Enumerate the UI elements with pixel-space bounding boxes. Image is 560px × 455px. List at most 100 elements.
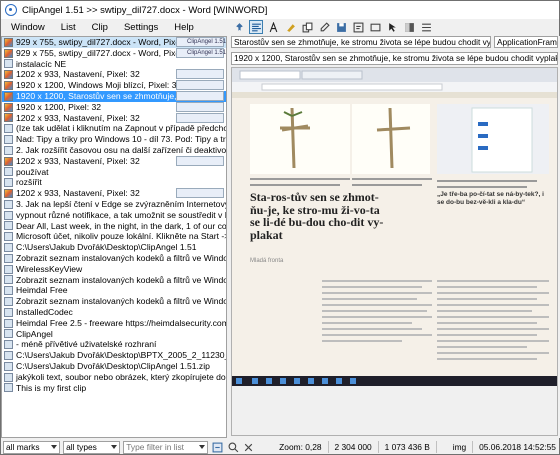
clip-list-item[interactable]: ClipAngel (2, 329, 226, 340)
text-clip-icon (4, 361, 13, 371)
clip-list-item-text: InstalledCodec (16, 306, 73, 317)
status-zoom: Zoom: 0,28 (279, 442, 322, 452)
source-app-field[interactable]: ApplicationFrameHost (494, 36, 558, 48)
status-size: 1 073 436 B (384, 442, 430, 452)
clip-list-item[interactable]: WirelessKeyView (2, 264, 226, 275)
clip-list-item[interactable]: 1920 x 1200, Windows Moji blízcí, Pixel:… (2, 80, 226, 91)
menu-clip[interactable]: Clip (92, 22, 108, 33)
divider (435, 441, 437, 453)
status-type: img (452, 442, 467, 452)
menu-settings[interactable]: Settings (124, 22, 158, 33)
text-clip-icon (4, 178, 13, 188)
clip-list-item[interactable]: Zobrazit seznam instalovaných kodeků a f… (2, 253, 226, 264)
chevron-down-icon (51, 444, 58, 449)
clip-list-item[interactable]: This is my first clip (2, 383, 226, 394)
clip-list-item-text: C:\Users\Jakub Dvořák\Desktop\ClipAngel … (16, 360, 210, 371)
clip-image-preview[interactable]: Sta-ros-tův sen se zhmot-ňu-je, ke stro-… (231, 67, 558, 436)
clip-list-item[interactable]: Dear All, Last week, in the night, in th… (2, 221, 226, 232)
clip-list-item[interactable]: C:\Users\Jakub Dvořák\Desktop\BPTX_2005_… (2, 350, 226, 361)
clip-list-item[interactable]: Nad: Tipy a triky pro Windows 10 - díl 7… (2, 134, 226, 145)
clip-list-item[interactable]: - méně přívětivé uživatelské rozhraní (2, 339, 226, 350)
clip-list-item-text: Zobrazit seznam instalovaných kodeků a f… (16, 296, 226, 307)
clip-list-item[interactable]: Zobrazit seznam instalovaných kodeků a f… (2, 275, 226, 286)
clip-list-item[interactable]: instalacíc NE (2, 59, 226, 70)
clip-list-item-text: Nad: Tipy a triky pro Windows 10 - díl 7… (16, 134, 226, 145)
filter-input[interactable]: Type filter in list (123, 440, 208, 454)
marks-filter-select[interactable]: all marks (3, 440, 61, 454)
clip-list-item[interactable]: 1920 x 1200, Pixel: 32 (2, 101, 226, 113)
clip-list-item[interactable]: 929 x 755, swtipy_dil727.docx - Word, Pi… (2, 47, 226, 59)
clip-list-item-text: 1920 x 1200, Pixel: 32 (16, 101, 102, 112)
clip-list-item[interactable]: používat (2, 167, 226, 178)
edit-icon[interactable] (317, 20, 331, 34)
clip-thumbnail (176, 101, 224, 112)
filter-options-icon[interactable] (211, 440, 224, 454)
text-clip-icon (4, 145, 13, 155)
clip-list-item[interactable]: 1920 x 1200, Starostův sen se zhmotňuje,… (2, 90, 226, 102)
copy-icon[interactable] (300, 20, 314, 34)
window-title: ClipAngel 1.51 >> swtipy_dil727.docx - W… (22, 4, 268, 16)
clip-list-item-text: 1202 x 933, Nastavení, Pixel: 32 (16, 112, 140, 123)
title-bar: ClipAngel 1.51 >> swtipy_dil727.docx - W… (1, 1, 559, 19)
search-next-icon[interactable] (227, 440, 240, 454)
clip-title-field[interactable]: 1920 x 1200, Starostův sen se zhmotňuje,… (231, 52, 558, 65)
clip-list-item[interactable]: Microsoft účet, nikoliv pouze lokální. K… (2, 231, 226, 242)
clip-list-item[interactable]: 929 x 755, swtipy_dil727.docx - Word, Pi… (2, 37, 226, 48)
fit-icon[interactable] (368, 20, 382, 34)
clip-list-item[interactable]: C:\Users\Jakub Dvořák\Desktop\ClipAngel … (2, 361, 226, 372)
source-window-field[interactable]: Starostův sen se zhmotňuje, ke stromu ži… (231, 36, 491, 48)
clip-list-item[interactable]: C:\Users\Jakub Dvořák\Desktop\ClipAngel … (2, 242, 226, 253)
menu-help[interactable]: Help (174, 22, 194, 33)
cursor-icon[interactable] (385, 20, 399, 34)
clip-list-item[interactable]: (Ize tak udělat i kliknutím na Zapnout v… (2, 123, 226, 134)
clip-list-item[interactable]: Zobrazit seznam instalovaných kodeků a f… (2, 296, 226, 307)
clip-list-item[interactable]: InstalledCodec (2, 307, 226, 318)
clip-list-item[interactable]: vypnout různé notifikace, a tak umožnit … (2, 210, 226, 221)
clip-list-item[interactable]: 3. Jak na lepší čtení v Edge se zvýrazně… (2, 199, 226, 210)
clip-list-item-text: (Ize tak udělat i kliknutím na Zapnout v… (16, 123, 226, 134)
clip-list-item[interactable]: 1202 x 933, Nastavení, Pixel: 32 (2, 188, 226, 199)
font-icon[interactable] (266, 20, 280, 34)
clip-list-item-text: 1202 x 933, Nastavení, Pixel: 32 (16, 155, 140, 166)
clip-list-item-text: This is my first clip (16, 382, 87, 393)
clip-list-item[interactable]: jakýkoli text, soubor nebo obrázek, kter… (2, 372, 226, 383)
text-clip-icon (4, 221, 13, 231)
menu-window[interactable]: Window (11, 22, 45, 33)
clear-filter-icon[interactable] (242, 440, 255, 454)
clip-list-item[interactable]: Heimdal Free (2, 285, 226, 296)
clip-list-item-text: vypnout různé notifikace, a tak umožnit … (16, 209, 226, 220)
clip-toolbar (230, 19, 560, 35)
image-clip-icon (4, 81, 13, 91)
chevron-down-icon (198, 444, 205, 449)
status-bar: all marks all types Type filter in list … (1, 439, 559, 455)
clip-list-item[interactable]: 1202 x 933, Nastavení, Pixel: 32 (2, 69, 226, 80)
clip-list-item-text: Zobrazit seznam instalovaných kodeků a f… (16, 274, 226, 285)
marker-icon[interactable] (283, 20, 297, 34)
monochrome-icon[interactable] (402, 20, 416, 34)
clip-list-item[interactable]: rozšířit (2, 177, 226, 188)
clip-list[interactable]: 929 x 755, swtipy_dil727.docx - Word, Pi… (1, 36, 227, 438)
image-clip-icon (4, 156, 13, 166)
clip-list-item[interactable]: 1202 x 933, Nastavení, Pixel: 32 (2, 155, 226, 167)
save-icon[interactable] (334, 20, 348, 34)
menu-list[interactable]: List (61, 22, 76, 33)
text-clip-icon (4, 329, 13, 339)
clip-list-item[interactable]: 2. Jak rozšířit časovou osu na další zař… (2, 145, 226, 156)
text-clip-icon (4, 307, 13, 317)
text-format-icon[interactable] (249, 20, 263, 34)
align-icon[interactable] (419, 20, 433, 34)
types-filter-select[interactable]: all types (63, 440, 121, 454)
clip-list-item[interactable]: Heimdal Free 2.5 - freeware https://heim… (2, 318, 226, 329)
clip-thumbnail (176, 112, 224, 123)
clip-list-item-text: ClipAngel (16, 328, 53, 339)
image-clip-icon (4, 102, 13, 112)
image-clip-icon (4, 70, 13, 80)
clip-list-item-text: 1920 x 1200, Starostův sen se zhmotňuje,… (16, 90, 198, 101)
text-clip-icon (4, 351, 13, 360)
pin-icon[interactable] (232, 20, 246, 34)
clip-thumbnail (176, 90, 224, 101)
ocr-icon[interactable] (351, 20, 365, 34)
clip-list-item[interactable]: 1202 x 933, Nastavení, Pixel: 32 (2, 112, 226, 124)
text-clip-icon (4, 210, 13, 220)
screenshot-thumbnail (232, 68, 557, 435)
